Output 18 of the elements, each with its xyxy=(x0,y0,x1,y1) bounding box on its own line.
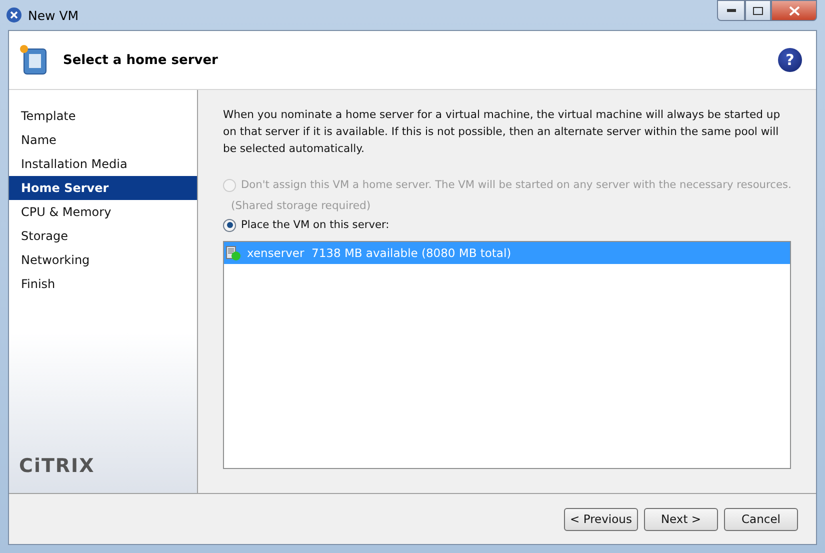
wizard-button[interactable]: < Previous xyxy=(564,508,638,530)
wizard-step[interactable]: Installation Media xyxy=(9,152,197,176)
radio-option[interactable]: Place the VM on this server: xyxy=(223,215,791,235)
wizard-step[interactable]: Template xyxy=(9,104,197,128)
help-button[interactable]: ? xyxy=(778,48,802,72)
wizard-step[interactable]: Finish xyxy=(9,272,197,296)
wizard-button[interactable]: Cancel xyxy=(724,508,798,530)
wizard-step[interactable]: Home Server xyxy=(9,176,197,200)
window-title: New VM xyxy=(28,8,79,22)
wizard-step[interactable]: CPU & Memory xyxy=(9,200,197,224)
logo: CiTRIX xyxy=(19,455,96,477)
wizard-step[interactable]: Storage xyxy=(9,224,197,248)
wizard-button[interactable]: Next > xyxy=(644,508,718,530)
page-title: Select a home server xyxy=(63,52,218,68)
description-text: When you nominate a home server for a virtual machine, the virtual machine will always be started up on that server if it is available. If this is not possible, then an alternate server within the same pool will be selected automatically. xyxy=(223,107,782,157)
option-note: (Shared storage required) xyxy=(231,198,372,214)
wizard-step[interactable]: Networking xyxy=(9,248,197,272)
wizard-step[interactable]: Name xyxy=(9,128,197,152)
